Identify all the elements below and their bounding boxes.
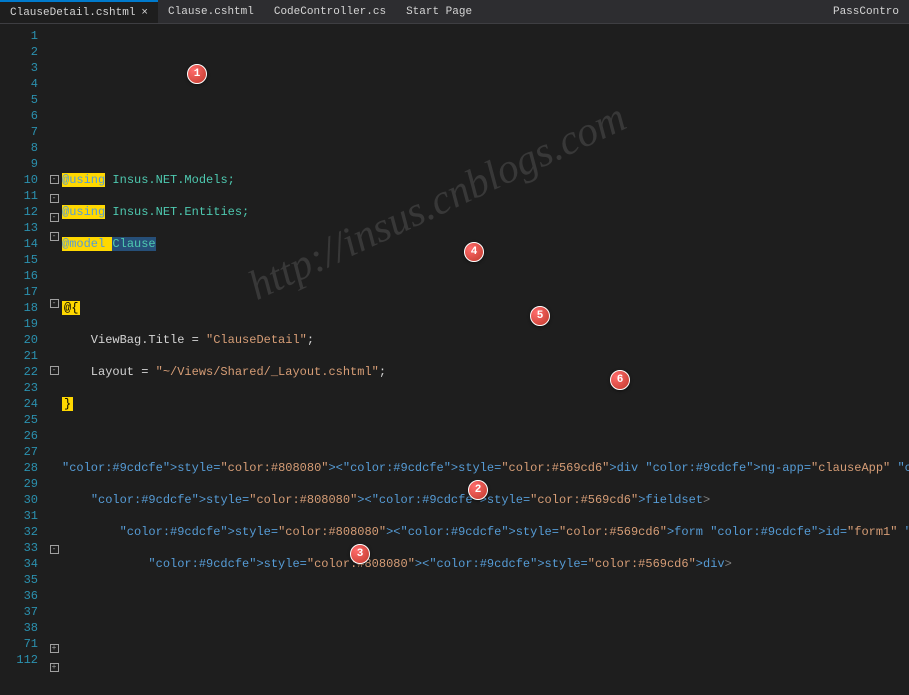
tab-label: Start Page [406,6,472,18]
callout-6: 6 [610,370,630,390]
fold-gutter: - - - - - - - + + [46,24,62,582]
fold-icon[interactable]: - [50,213,59,222]
fold-icon[interactable]: - [50,366,59,375]
callout-2: 2 [468,480,488,500]
callout-4: 4 [464,242,484,262]
fold-icon[interactable]: - [50,545,59,554]
close-icon[interactable]: × [141,7,148,19]
fold-icon[interactable]: - [50,175,59,184]
tab-label: Clause.cshtml [168,6,254,18]
fold-icon[interactable]: - [50,194,59,203]
callout-1: 1 [187,64,207,84]
fold-icon[interactable]: + [50,663,59,672]
tab-label: ClauseDetail.cshtml [10,7,135,19]
fold-icon[interactable]: - [50,299,59,308]
code-area[interactable]: http://insus.cnblogs.com 1 4 5 6 2 3 @us… [62,24,909,582]
tab-label: CodeController.cs [274,6,386,18]
tab-clausedetail[interactable]: ClauseDetail.cshtml × [0,0,158,23]
fold-icon[interactable]: + [50,644,59,653]
editor: 1234567891011121314151617181920212223242… [0,24,909,582]
tab-bar: ClauseDetail.cshtml × Clause.cshtml CodeC… [0,0,909,24]
tab-clause[interactable]: Clause.cshtml [158,0,264,23]
callout-5: 5 [530,306,550,326]
tab-spacer [482,0,823,23]
tab-startpage[interactable]: Start Page [396,0,482,23]
tab-label: PassContro [833,6,899,18]
line-gutter: 1234567891011121314151617181920212223242… [0,24,46,582]
tab-passcontrol[interactable]: PassContro [823,0,909,23]
callout-3: 3 [350,544,370,564]
tab-codecontroller[interactable]: CodeController.cs [264,0,396,23]
fold-icon[interactable]: - [50,232,59,241]
